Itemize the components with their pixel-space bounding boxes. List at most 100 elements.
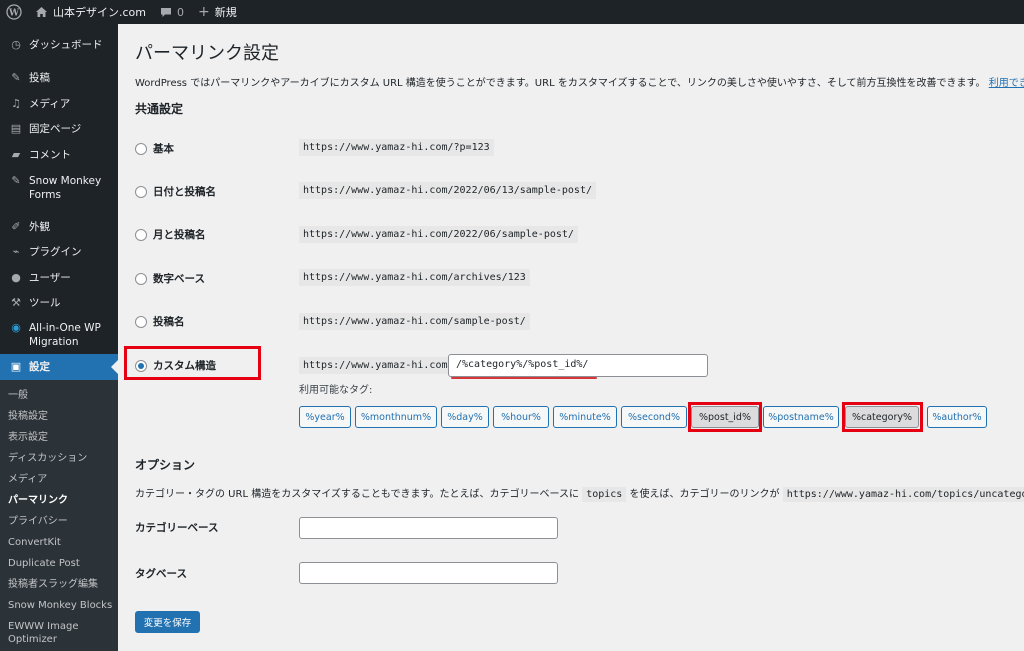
- common-settings-heading: 共通設定: [135, 102, 184, 116]
- tag-button-postname[interactable]: %postname%: [763, 406, 839, 428]
- tag-base-input[interactable]: [299, 562, 558, 584]
- options-heading: オプション: [135, 458, 196, 472]
- submenu-item-discussion[interactable]: ディスカッション: [8, 452, 87, 465]
- tag-button-second[interactable]: %second%: [621, 406, 687, 428]
- sidebar-item-posts[interactable]: ✎ 投稿: [0, 71, 118, 85]
- submenu-item-duplicate-post[interactable]: Duplicate Post: [8, 557, 80, 570]
- page-title: パーマリンク設定: [135, 43, 279, 64]
- save-changes-button[interactable]: 変更を保存: [135, 611, 200, 633]
- sidebar-item-settings[interactable]: ▣ 設定: [0, 354, 118, 380]
- admin-bar: W 山本デザイン.com 0 + 新規: [0, 0, 1024, 24]
- highlight-box-category: [842, 402, 923, 432]
- submenu-item-snow-monkey-blocks[interactable]: Snow Monkey Blocks: [8, 599, 112, 612]
- custom-structure-input[interactable]: /%category%/%post_id%/: [448, 354, 708, 377]
- custom-structure-prefix: https://www.yamaz-hi.com: [299, 357, 452, 374]
- radio-button[interactable]: [135, 142, 147, 155]
- sidebar-item-label: コメント: [29, 149, 71, 161]
- tag-button-author[interactable]: %author%: [927, 406, 987, 428]
- tag-button-day[interactable]: %day%: [441, 406, 489, 428]
- sidebar-item-label: Snow Monkey Forms: [29, 175, 102, 201]
- option-example-numeric: https://www.yamaz-hi.com/archives/123: [299, 269, 530, 286]
- options-text-part1: カテゴリー・タグの URL 構造をカスタマイズすることもできます。たとえば、カテ…: [135, 489, 579, 500]
- permalink-option-post-name[interactable]: 投稿名: [135, 314, 185, 329]
- pin-icon: ✎: [11, 174, 21, 187]
- settings-submenu: 一般 投稿設定 表示設定 ディスカッション メディア パーマリンク プライバシー…: [0, 380, 118, 651]
- plugin-icon: ⌁: [12, 245, 20, 258]
- svg-text:W: W: [8, 9, 20, 19]
- custom-structure-underline: [451, 377, 597, 379]
- sidebar-item-label: ダッシュボード: [29, 39, 103, 51]
- new-content-link[interactable]: + 新規: [191, 0, 244, 24]
- available-tags-link[interactable]: 利用できるタグは: [989, 78, 1024, 89]
- migration-icon: ◉: [11, 321, 21, 334]
- tag-button-year[interactable]: %year%: [299, 406, 351, 428]
- sidebar-item-label: 固定ページ: [29, 123, 82, 135]
- dashboard-icon: ◷: [11, 38, 21, 51]
- sidebar-item-comments[interactable]: ▰ コメント: [0, 148, 118, 162]
- sidebar-item-label: ツール: [29, 297, 61, 309]
- submenu-item-privacy[interactable]: プライバシー: [8, 515, 68, 528]
- options-description: カテゴリー・タグの URL 構造をカスタマイズすることもできます。たとえば、カテ…: [135, 485, 1024, 502]
- site-name: 山本デザイン.com: [53, 6, 146, 19]
- permalink-option-day-name[interactable]: 日付と投稿名: [135, 184, 216, 199]
- radio-button[interactable]: [135, 228, 147, 241]
- comments-link[interactable]: 0: [153, 0, 191, 24]
- category-base-label: カテゴリーベース: [135, 522, 219, 534]
- submenu-item-general[interactable]: 一般: [8, 389, 28, 402]
- option-example-post-name: https://www.yamaz-hi.com/sample-post/: [299, 313, 530, 330]
- tag-button-monthnum[interactable]: %monthnum%: [355, 406, 437, 428]
- wordpress-logo-button[interactable]: W: [0, 0, 28, 24]
- category-base-input[interactable]: [299, 517, 558, 539]
- sidebar-item-appearance[interactable]: ✐ 外観: [0, 220, 118, 234]
- tag-base-label: タグベース: [135, 568, 187, 580]
- options-code-url: https://www.yamaz-hi.com/topics/uncatego…: [782, 487, 1024, 502]
- sidebar-item-label: ユーザー: [29, 272, 71, 284]
- permalink-option-plain[interactable]: 基本: [135, 141, 174, 156]
- submenu-item-author-slug[interactable]: 投稿者スラッグ編集: [8, 578, 98, 591]
- radio-button[interactable]: [135, 272, 147, 285]
- sidebar-item-label: 投稿: [29, 72, 50, 84]
- sidebar-item-users[interactable]: ● ユーザー: [0, 271, 118, 285]
- tag-button-minute[interactable]: %minute%: [553, 406, 617, 428]
- sidebar-item-all-in-one-wp-migration[interactable]: ◉ All-in-One WP Migration: [0, 321, 118, 349]
- sidebar-item-pages[interactable]: ▤ 固定ページ: [0, 122, 118, 136]
- submenu-item-reading[interactable]: 表示設定: [8, 431, 48, 444]
- permalink-option-numeric[interactable]: 数字ベース: [135, 271, 205, 286]
- sidebar-item-plugins[interactable]: ⌁ プラグイン: [0, 245, 118, 259]
- radio-button[interactable]: [135, 315, 147, 328]
- submenu-item-convertkit[interactable]: ConvertKit: [8, 536, 61, 549]
- sidebar-item-dashboard[interactable]: ◷ ダッシュボード: [0, 38, 118, 52]
- sidebar-item-label: 外観: [29, 221, 50, 233]
- submenu-item-media[interactable]: メディア: [8, 473, 47, 486]
- option-label: 基本: [153, 143, 174, 155]
- option-label: 月と投稿名: [153, 229, 206, 241]
- new-label: 新規: [214, 6, 237, 19]
- sidebar-item-snow-monkey-forms[interactable]: ✎ Snow Monkey Forms: [0, 174, 118, 202]
- sidebar-item-tools[interactable]: ⚒ ツール: [0, 296, 118, 310]
- option-example-day-name: https://www.yamaz-hi.com/2022/06/13/samp…: [299, 182, 596, 199]
- option-label: 日付と投稿名: [153, 186, 216, 198]
- available-tags-label: 利用可能なタグ:: [299, 385, 373, 396]
- option-example-plain: https://www.yamaz-hi.com/?p=123: [299, 139, 494, 156]
- tag-button-hour[interactable]: %hour%: [493, 406, 549, 428]
- option-label: 投稿名: [153, 316, 185, 328]
- main-content: パーマリンク設定 WordPress ではパーマリンクやアーカイブにカスタム U…: [118, 24, 1024, 651]
- options-text-part2: を使えば、カテゴリーのリンクが: [629, 489, 780, 500]
- site-name-link[interactable]: 山本デザイン.com: [28, 0, 153, 24]
- intro-description: WordPress ではパーマリンクやアーカイブにカスタム URL 構造を使うこ…: [135, 78, 986, 89]
- comments-count: 0: [177, 5, 184, 19]
- submenu-item-writing[interactable]: 投稿設定: [8, 410, 48, 423]
- plus-icon: +: [198, 4, 210, 20]
- settings-icon: ▣: [10, 360, 22, 373]
- intro-text: WordPress ではパーマリンクやアーカイブにカスタム URL 構造を使うこ…: [135, 74, 1024, 89]
- wordpress-icon: W: [6, 4, 22, 20]
- sidebar-item-label: All-in-One WP Migration: [29, 322, 101, 348]
- permalink-option-month-name[interactable]: 月と投稿名: [135, 227, 206, 242]
- sidebar-item-label: メディア: [29, 98, 71, 110]
- submenu-item-ewww-image-optimizer[interactable]: EWWW Image Optimizer: [8, 620, 88, 646]
- submenu-item-permalinks[interactable]: パーマリンク: [8, 494, 68, 507]
- radio-button[interactable]: [135, 185, 147, 198]
- user-icon: ●: [11, 271, 21, 284]
- sidebar-item-media[interactable]: ♫ メディア: [0, 97, 118, 111]
- sidebar-item-label: 設定: [29, 361, 50, 373]
